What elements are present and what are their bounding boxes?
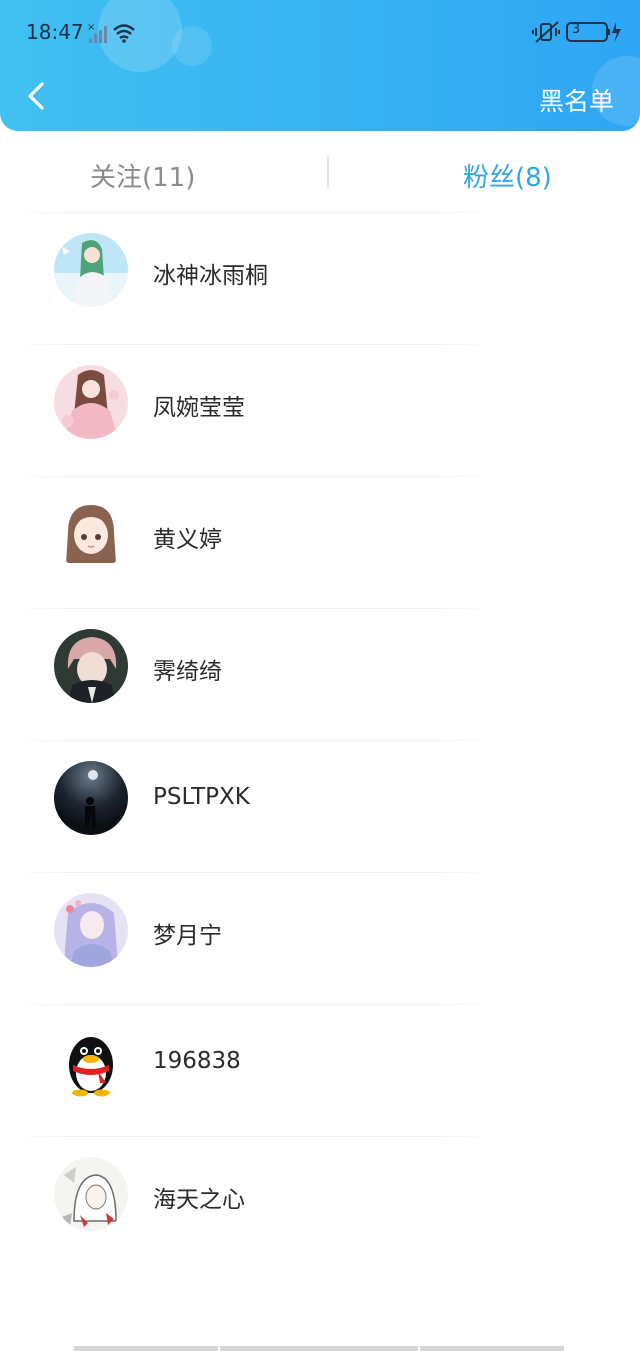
qq-penguin-avatar	[54, 1025, 128, 1099]
fan-name: 黄义婷	[153, 527, 222, 553]
moon-silhouette-avatar	[54, 761, 128, 835]
list-item[interactable]: 海天之心	[0, 1136, 640, 1268]
battery-level: 3	[571, 22, 581, 37]
tab-following[interactable]: 关注(11)	[90, 157, 195, 194]
fan-name: PSLTPXK	[153, 784, 250, 810]
chevron-left-icon[interactable]	[20, 78, 56, 114]
sketch-girl-avatar	[54, 1157, 128, 1231]
list-item[interactable]: 霁绮绮	[0, 608, 640, 740]
chibi-girl-avatar	[54, 497, 128, 571]
list-item[interactable]: 196838	[0, 1004, 640, 1136]
list-item[interactable]: 凤婉莹莹	[0, 344, 640, 476]
anime-boy-avatar	[54, 629, 128, 703]
anime-girl-pink-avatar	[54, 365, 128, 439]
tab-fans[interactable]: 粉丝(8)	[463, 157, 552, 194]
list-item[interactable]: 冰神冰雨桐	[0, 212, 640, 344]
tab-divider	[327, 155, 329, 189]
anime-girl-blue-avatar	[54, 233, 128, 307]
list-item[interactable]: 梦月宁	[0, 872, 640, 1004]
signal-wifi-icon: ×	[87, 22, 135, 43]
list-item[interactable]: 黄义婷	[0, 476, 640, 608]
fan-name: 冰神冰雨桐	[153, 263, 268, 289]
blacklist-button[interactable]: 黑名单	[539, 82, 614, 118]
fan-name: 梦月宁	[153, 923, 222, 949]
status-bar: 18:47 × 3	[0, 0, 640, 64]
nav-bar: 黑名单	[0, 64, 640, 130]
fan-name: 霁绮绮	[153, 659, 222, 685]
app-header: 18:47 × 3 黑名单	[0, 0, 640, 131]
tab-bar: 关注(11) 粉丝(8)	[0, 131, 640, 211]
status-time: 18:47	[26, 20, 84, 44]
svg-text:×: ×	[87, 22, 95, 33]
fans-list: 冰神冰雨桐 凤婉莹莹 黄义婷 霁绮绮 PSLTPXK 梦月宁 196838 海天…	[0, 212, 640, 1268]
anime-girl-lavender-avatar	[54, 893, 128, 967]
list-item[interactable]: PSLTPXK	[0, 740, 640, 872]
fan-name: 海天之心	[153, 1187, 245, 1213]
fan-name: 196838	[153, 1048, 241, 1074]
fan-name: 凤婉莹莹	[153, 395, 245, 421]
bottom-bar	[74, 1346, 564, 1351]
